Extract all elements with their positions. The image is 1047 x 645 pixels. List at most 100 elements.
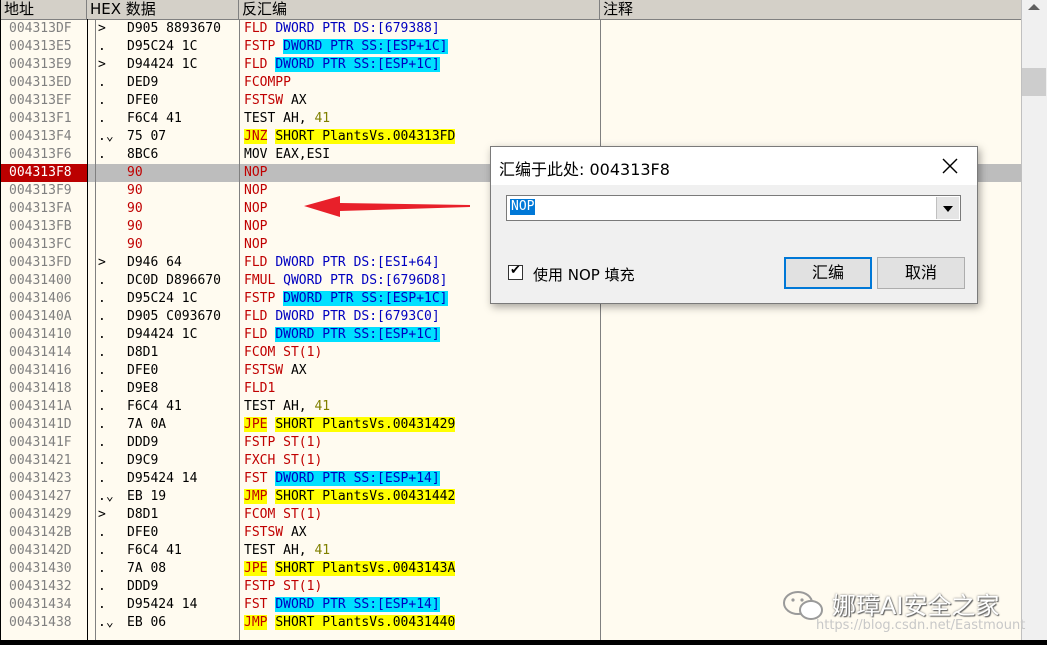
header-hex[interactable]: HEX 数据 xyxy=(87,0,239,19)
header-disasm[interactable]: 反汇编 xyxy=(239,0,600,19)
row-branch-marker: . xyxy=(98,273,106,288)
assemble-input-value[interactable]: NOP xyxy=(510,199,536,215)
row-hex: EB 19 xyxy=(127,489,167,504)
row-address: 004313FA xyxy=(9,201,72,216)
row-address: 00431423 xyxy=(9,471,72,486)
row-operand: DWORD PTR SS:[ESP+14] xyxy=(275,471,440,486)
header-address[interactable]: 地址 xyxy=(1,0,87,19)
instruction-row[interactable]: 00431421. D9C9 FXCH ST(1) xyxy=(1,452,1022,470)
cancel-button[interactable]: 取消 xyxy=(877,257,965,289)
instruction-row[interactable]: 004313F1. F6C4 41 TEST AH, 41 xyxy=(1,110,1022,128)
instruction-row[interactable]: 004313DF > D905 8893670 FLD DWORD PTR DS:[6… xyxy=(1,20,1022,38)
row-hex: 7A 08 xyxy=(127,561,167,576)
row-operand: ST(1) xyxy=(283,579,323,594)
row-branch-marker: .⌄ xyxy=(98,615,114,630)
instruction-row[interactable]: 00431418. D9E8 FLD1 xyxy=(1,380,1022,398)
row-mnemonic: JMP xyxy=(244,615,268,630)
row-hex: D8D1 xyxy=(127,507,159,522)
row-hex: 90 xyxy=(127,165,143,180)
row-mnemonic: FLD1 xyxy=(244,381,276,396)
scrollbar-thumb[interactable] xyxy=(1022,68,1046,96)
row-branch-marker: . xyxy=(98,39,106,54)
row-disasm: FLD DWORD PTR DS:[ESI+64] xyxy=(244,254,440,272)
scroll-up-icon[interactable] xyxy=(1028,4,1040,10)
row-operand: EAX,ESI xyxy=(275,147,331,162)
watermark: 娜璋AI安全之家 https://blog.csdn.net/Eastmount xyxy=(780,580,1040,640)
instruction-row[interactable]: 00431427 .⌄ EB 19 JMP SHORT PlantsVs.004314… xyxy=(1,488,1022,506)
row-mnemonic: FSTP xyxy=(244,579,276,594)
watermark-name: 娜璋AI安全之家 xyxy=(832,592,1000,620)
row-hex: 90 xyxy=(127,237,143,252)
row-address: 00431421 xyxy=(9,453,72,468)
row-mnemonic: NOP xyxy=(244,183,268,198)
instruction-row[interactable]: 00431423. D95424 14 FST DWORD PTR SS:[ESP+… xyxy=(1,470,1022,488)
row-mnemonic: FLD xyxy=(244,57,268,72)
row-operand: DWORD PTR DS:[ESI+64] xyxy=(275,255,440,270)
row-branch-marker: . xyxy=(98,147,106,162)
instruction-row[interactable]: 004313E9 > D94424 1C FLD DWORD PTR SS:[ESP+… xyxy=(1,56,1022,74)
assemble-input[interactable]: NOP xyxy=(506,195,961,221)
row-branch-marker: . xyxy=(98,381,106,396)
row-address: 004313F8 xyxy=(1,164,87,182)
row-branch-marker: . xyxy=(98,597,106,612)
instruction-row[interactable]: 0043142D. F6C4 41 TEST AH, 41 xyxy=(1,542,1022,560)
row-address: 0043141D xyxy=(9,417,72,432)
instruction-row[interactable]: 004313ED. DED9 FCOMPP xyxy=(1,74,1022,92)
chevron-down-icon[interactable] xyxy=(936,197,959,219)
row-disasm: NOP xyxy=(244,164,267,182)
row-branch-marker: . xyxy=(98,417,106,432)
instruction-row[interactable]: 004313EF. DFE0 FSTSW AX xyxy=(1,92,1022,110)
instruction-row[interactable]: 00431410. D94424 1C FLD DWORD PTR SS:[ESP+… xyxy=(1,326,1022,344)
row-mnemonic: FST xyxy=(244,597,268,612)
row-branch-marker: . xyxy=(98,363,106,378)
fill-nop-checkbox[interactable]: ✔ xyxy=(508,263,523,280)
assemble-button[interactable]: 汇编 xyxy=(784,257,872,289)
row-operand: SHORT PlantsVs.0043143A xyxy=(275,561,456,576)
disassembly-pane[interactable]: 地址 HEX 数据 反汇编 注释 004313DF > D905 8893670 FL… xyxy=(0,0,1022,640)
row-branch-marker: . xyxy=(98,291,106,306)
instruction-row[interactable]: 0043140A. D905 C093670 FLD DWORD PTR DS:[6… xyxy=(1,308,1022,326)
instruction-row[interactable]: 004313E5. D95C24 1C FSTP DWORD PTR SS:[ESP… xyxy=(1,38,1022,56)
row-hex: D9E8 xyxy=(127,381,159,396)
row-address: 00431416 xyxy=(9,363,72,378)
row-mnemonic: FLD xyxy=(244,255,268,270)
row-hex: F6C4 41 xyxy=(127,399,182,414)
row-disasm: FSTP DWORD PTR SS:[ESP+1C] xyxy=(244,290,448,308)
row-disasm: JMP SHORT PlantsVs.00431440 xyxy=(244,614,456,632)
row-address: 004313F6 xyxy=(9,147,72,162)
instruction-row[interactable]: 00431430. 7A 08 JPE SHORT PlantsVs.0043143… xyxy=(1,560,1022,578)
instruction-row[interactable]: 0043141A. F6C4 41 TEST AH, 41 xyxy=(1,398,1022,416)
close-icon[interactable] xyxy=(939,155,961,177)
instruction-row[interactable]: 0043142B. DFE0 FSTSW AX xyxy=(1,524,1022,542)
row-disasm: NOP xyxy=(244,182,267,200)
row-mnemonic: FSTSW xyxy=(244,93,284,108)
header-comment[interactable]: 注释 xyxy=(600,0,1022,19)
row-mnemonic: NOP xyxy=(244,237,268,252)
instruction-row[interactable]: 00431416. DFE0 FSTSW AX xyxy=(1,362,1022,380)
row-operand: 41 xyxy=(314,543,331,558)
instruction-row[interactable]: 00431414. D8D1 FCOM ST(1) xyxy=(1,344,1022,362)
row-operand: SHORT PlantsVs.004313FD xyxy=(275,129,456,144)
row-disasm: FXCH ST(1) xyxy=(244,452,322,470)
row-hex: DED9 xyxy=(127,75,159,90)
instruction-row[interactable]: 004313F4 .⌄ 75 07 JNZ SHORT PlantsVs.004313… xyxy=(1,128,1022,146)
row-hex: D8D1 xyxy=(127,345,159,360)
row-operand: AH, xyxy=(283,543,307,558)
row-branch-marker: . xyxy=(98,327,106,342)
vertical-scrollbar[interactable] xyxy=(1021,0,1047,640)
instruction-row[interactable]: 00431429 > D8D1 FCOM ST(1) xyxy=(1,506,1022,524)
row-hex: F6C4 41 xyxy=(127,111,182,126)
fill-nop-label[interactable]: 使用 NOP 填充 xyxy=(533,264,635,285)
row-disasm: MOV EAX,ESI xyxy=(244,146,330,164)
row-disasm: NOP xyxy=(244,200,267,218)
row-disasm: JMP SHORT PlantsVs.00431442 xyxy=(244,488,456,506)
instruction-row[interactable]: 0043141F. DDD9 FSTP ST(1) xyxy=(1,434,1022,452)
row-address: 004313FD xyxy=(9,255,72,270)
row-disasm: TEST AH, 41 xyxy=(244,542,330,560)
row-branch-marker: > xyxy=(98,255,106,270)
column-divider xyxy=(600,19,601,640)
row-mnemonic: FCOM xyxy=(244,345,276,360)
row-hex: D9C9 xyxy=(127,453,159,468)
row-branch-marker: . xyxy=(98,345,106,360)
instruction-row[interactable]: 0043141D. 7A 0A JPE SHORT PlantsVs.0043142… xyxy=(1,416,1022,434)
